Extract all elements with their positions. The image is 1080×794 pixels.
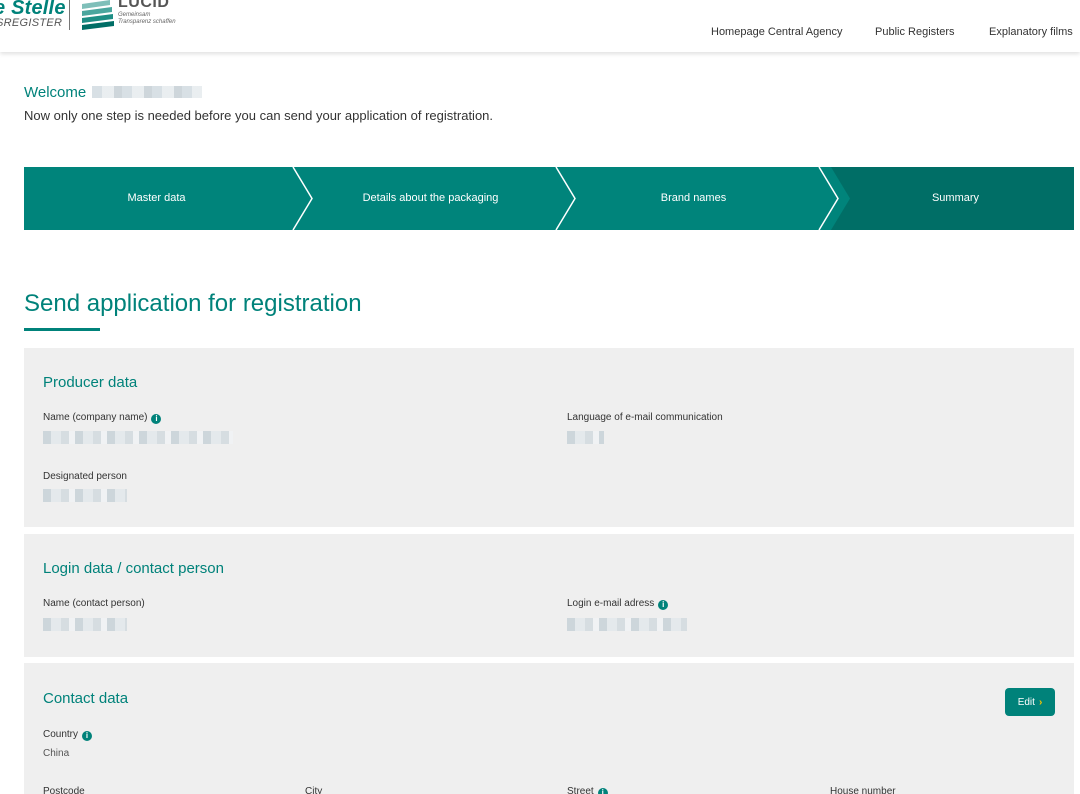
page-title: Send application for registration — [24, 290, 362, 317]
welcome-label: Welcome — [24, 84, 87, 101]
city-label: City — [305, 786, 323, 794]
redacted-designated-person — [43, 489, 127, 502]
producer-data-title: Producer data — [43, 374, 138, 391]
contact-data-section: Contact data Edit › Country i China Postco… — [24, 663, 1074, 794]
welcome-heading: Welcome — [24, 84, 203, 101]
designated-person-label: Designated person — [43, 471, 127, 482]
redacted-company-name — [43, 431, 233, 444]
street-label: Street i — [567, 786, 608, 794]
nav-public-registers[interactable]: Public Registers — [875, 26, 954, 38]
contact-name-label: Name (contact person) — [43, 598, 145, 609]
company-name-label: Name (company name) i — [43, 412, 162, 424]
country-value: China — [43, 748, 70, 759]
lucid-title: LUCID — [118, 0, 170, 11]
info-icon[interactable]: i — [82, 731, 93, 741]
step-master-data[interactable]: Master data — [24, 167, 289, 230]
login-email-label: Login e-mail adress i — [567, 598, 669, 610]
lucid-tagline-2: Transparenz schaffen — [118, 19, 176, 25]
brand-subtitle: SREGISTER — [0, 17, 63, 29]
redacted-login-email — [567, 618, 687, 631]
info-icon[interactable]: i — [597, 788, 608, 794]
login-data-title: Login data / contact person — [43, 560, 224, 577]
intro-message: Now only one step is needed before you c… — [24, 108, 494, 123]
chevron-right-icon: › — [1038, 696, 1043, 708]
brand-divider — [69, 0, 70, 30]
info-icon[interactable]: i — [151, 414, 162, 424]
nav-homepage-central-agency[interactable]: Homepage Central Agency — [711, 26, 842, 38]
lucid-logo-icon — [82, 0, 114, 30]
postcode-label: Postcode — [43, 786, 85, 794]
house-number-label: House number — [830, 786, 896, 794]
contact-data-title: Contact data — [43, 690, 129, 707]
email-language-label: Language of e-mail communication — [567, 412, 723, 423]
redacted-user-name — [92, 86, 203, 98]
lucid-tagline-1: Gemeinsam — [118, 12, 151, 18]
country-label: Country i — [43, 729, 93, 741]
redacted-email-language — [567, 431, 604, 444]
info-icon[interactable]: i — [658, 600, 669, 610]
step-brand-names[interactable]: Brand names — [567, 167, 820, 230]
nav-explanatory-films[interactable]: Explanatory films — [989, 26, 1073, 38]
top-header: e Stelle SREGISTER LUCID Gemeinsam Trans… — [0, 0, 1080, 52]
registration-stepper: Master data Details about the packaging … — [24, 166, 1077, 231]
step-summary[interactable]: Summary — [834, 167, 1077, 230]
login-data-section: Login data / contact person Name (contac… — [24, 534, 1074, 657]
step-details-packaging[interactable]: Details about the packaging — [304, 167, 557, 230]
redacted-contact-name — [43, 618, 127, 631]
title-underline — [24, 328, 100, 331]
producer-data-section: Producer data Name (company name) i Langu… — [24, 348, 1074, 527]
edit-contact-button[interactable]: Edit › — [1005, 688, 1055, 716]
